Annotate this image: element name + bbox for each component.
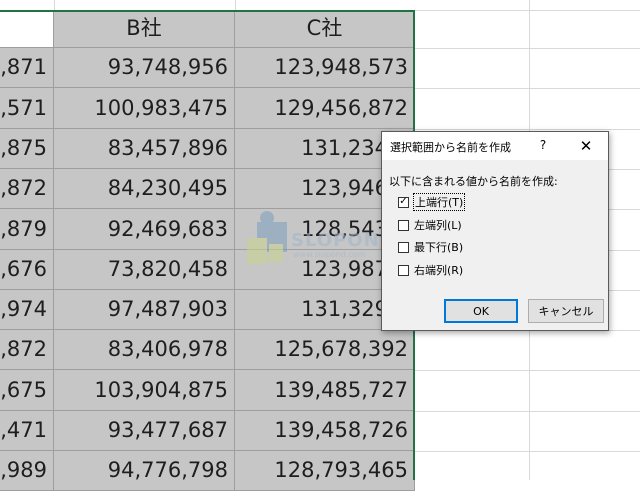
checkbox-top-row[interactable]: ✓ [398,196,409,208]
watermark-subtext: www.slopond.com [293,250,366,259]
close-icon[interactable]: ✕ [576,136,596,156]
checkbox-right-column[interactable] [398,264,409,276]
dialog-titlebar[interactable]: 選択範囲から名前を作成 ? ✕ [382,132,608,160]
header-cell-c[interactable]: C社 [235,10,415,48]
watermark-text: SLOPOND [291,230,396,251]
header-cell-a[interactable] [0,10,54,48]
gridline [415,48,640,49]
help-icon[interactable]: ? [535,138,551,152]
gridline [415,370,640,371]
cell-a[interactable]: 4,871 [0,48,54,88]
option-right-column[interactable]: 右端列(R) [398,262,463,278]
watermark: SLOPOND www.slopond.com [247,208,395,268]
cell-a[interactable]: 5,875 [0,129,54,169]
cell-c[interactable]: 139,485,727 [235,370,415,411]
ok-button[interactable]: OK [444,299,518,323]
option-left-column[interactable]: 左端列(L) [398,217,462,233]
cell-b[interactable]: 83,406,978 [54,330,235,370]
cancel-button[interactable]: キャンセル [528,299,604,323]
cell-b[interactable]: 73,820,458 [54,250,235,290]
cell-a[interactable]: 3,676 [0,250,54,290]
checkbox-bottom-row[interactable] [398,241,409,253]
option-label-right-column: 右端列(R) [414,264,464,277]
create-names-dialog: 選択範囲から名前を作成 ? ✕ 以下に含まれる値から名前を作成: ✓ 上端行(T… [381,131,609,331]
cell-b[interactable]: 100,983,475 [54,88,235,129]
option-label-left-column: 左端列(L) [414,219,462,232]
header-cell-b[interactable]: B社 [54,10,235,48]
group-label: 以下に含まれる値から名前を作成: [389,175,558,188]
cell-a[interactable]: 5,872 [0,169,54,209]
checkmark-icon: ✓ [399,196,408,207]
option-bottom-row[interactable]: 最下行(B) [398,239,463,255]
gridline [415,129,640,130]
cell-a[interactable]: 4,571 [0,88,54,129]
cell-b[interactable]: 97,487,903 [54,290,235,330]
cell-a[interactable]: 5,989 [0,451,54,491]
cell-c[interactable]: 129,456,872 [235,88,415,129]
cell-c[interactable]: 128,793,465 [235,451,415,491]
cell-a[interactable]: 3,974 [0,290,54,330]
cell-c[interactable]: 139,458,726 [235,411,415,451]
cell-b[interactable]: 103,904,875 [54,370,235,411]
watermark-logo-icon [247,211,287,264]
cell-c[interactable]: 125,678,392 [235,330,415,370]
cell-b[interactable]: 93,477,687 [54,411,235,451]
cell-b[interactable]: 83,457,896 [54,129,235,169]
option-label-top-row: 上端行(T) [412,193,466,211]
cell-a[interactable]: 5,872 [0,330,54,370]
cell-a[interactable]: 3,675 [0,370,54,411]
checkbox-left-column[interactable] [398,219,409,231]
dialog-title: 選択範囲から名前を作成 [390,141,511,154]
gridline [415,451,640,452]
cell-c[interactable]: 123,948,573 [235,48,415,88]
option-top-row[interactable]: ✓ 上端行(T) [398,193,466,211]
option-label-bottom-row: 最下行(B) [414,241,464,254]
cell-a[interactable]: 4,879 [0,209,54,250]
cell-b[interactable]: 93,748,956 [54,48,235,88]
cell-b[interactable]: 92,469,683 [54,209,235,250]
cell-a[interactable]: 3,471 [0,411,54,451]
cell-b[interactable]: 84,230,495 [54,169,235,209]
gridline [415,411,640,412]
gridline [415,88,640,89]
cell-b[interactable]: 94,776,798 [54,451,235,491]
